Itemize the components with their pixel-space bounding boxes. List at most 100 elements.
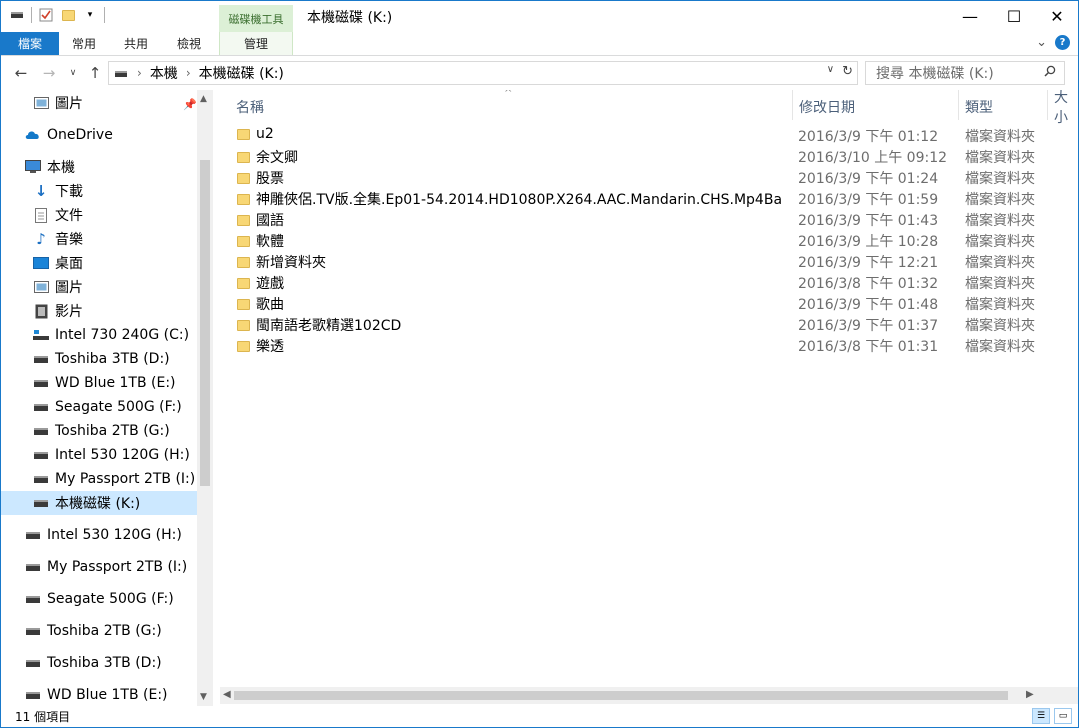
file-type: 檔案資料夾 [965,318,1035,334]
file-name-cell: 閩南語老歌精選102CD [237,315,789,335]
file-name: 國語 [256,213,284,229]
search-box[interactable]: 搜尋 本機磁碟 (K:) [865,61,1065,85]
onedrive-icon [25,127,41,143]
sidebar-item-label: Intel 530 120G (H:) [55,447,190,463]
expand-ribbon-button[interactable]: ⌄ [1036,35,1047,50]
sidebar-item-network-drive-g[interactable]: Toshiba 2TB (G:) [25,620,162,642]
file-row[interactable]: 閩南語老歌精選102CD 2016/3/9 下午 01:37 檔案資料夾 [220,314,1078,335]
large-icons-view-icon[interactable]: ▭ [1054,708,1072,724]
column-divider[interactable] [792,90,793,120]
file-row[interactable]: 樂透 2016/3/8 下午 01:31 檔案資料夾 [220,335,1078,356]
breadcrumb-separator-icon[interactable]: › [186,66,191,80]
tab-view[interactable]: 檢視 [166,32,212,55]
recent-locations-button[interactable]: ∨ [63,63,83,83]
sidebar-item-drive-g[interactable]: Toshiba 2TB (G:) [33,420,170,442]
file-row[interactable]: 股票 2016/3/9 下午 01:24 檔案資料夾 [220,167,1078,188]
address-bar[interactable]: › 本機 › 本機磁碟 (K:) ∨ ↻ [108,61,858,85]
details-view-icon[interactable]: ☰ [1032,708,1050,724]
file-name: 歌曲 [256,297,284,313]
scroll-left-icon[interactable]: ◀ [223,689,231,700]
sidebar-item-onedrive[interactable]: OneDrive [25,124,113,146]
sidebar-item-desktop[interactable]: 桌面 [33,252,83,274]
up-button[interactable]: ↑ [85,63,105,83]
file-row[interactable]: 軟體 2016/3/9 上午 10:28 檔案資料夾 [220,230,1078,251]
scroll-up-icon[interactable]: ▲ [200,94,207,104]
sidebar-item-drive-f[interactable]: Seagate 500G (F:) [33,396,182,418]
column-header-name[interactable]: 名稱 [236,96,264,118]
sidebar-item-network-drive-e[interactable]: WD Blue 1TB (E:) [25,684,168,706]
sidebar-item-documents[interactable]: 文件 [33,204,83,226]
view-switcher: ☰ ▭ [1032,708,1072,724]
sidebar-item-label: Intel 730 240G (C:) [55,327,190,343]
sidebar-item-drive-d[interactable]: Toshiba 3TB (D:) [33,348,170,370]
tab-home[interactable]: 常用 [61,32,107,55]
tab-share[interactable]: 共用 [113,32,159,55]
forward-button[interactable]: → [39,63,59,83]
breadcrumb-separator-icon[interactable]: › [137,66,142,80]
drive-icon [33,471,49,487]
column-header-size[interactable]: 大小 [1054,90,1078,126]
column-header-date[interactable]: 修改日期 [799,96,855,118]
sidebar-scrollbar[interactable]: ▲ ▼ [197,90,213,706]
horizontal-scrollbar[interactable]: ◀ ▶ [220,687,1078,704]
column-divider[interactable] [958,90,959,120]
sidebar-item-pictures-quick[interactable]: 圖片 [33,92,83,114]
sidebar-item-music[interactable]: ♪ 音樂 [33,228,83,250]
sidebar-item-network-drive-d[interactable]: Toshiba 3TB (D:) [25,652,162,674]
scroll-down-icon[interactable]: ▼ [200,692,207,702]
scrollbar-thumb[interactable] [234,691,1008,700]
sidebar-item-drive-k[interactable]: 本機磁碟 (K:) [1,491,197,515]
file-name-cell: 歌曲 [237,294,789,314]
sidebar-item-drive-e[interactable]: WD Blue 1TB (E:) [33,372,176,394]
sidebar-item-downloads[interactable]: ↓ 下載 [33,180,83,202]
sidebar-item-label: My Passport 2TB (I:) [47,559,188,575]
file-date: 2016/3/8 下午 01:32 [798,276,939,292]
properties-icon[interactable] [38,7,54,23]
refresh-icon[interactable]: ↻ [842,64,853,79]
title-bar: ▾ 磁碟機工具 本機磁碟 (K:) — ☐ ✕ [1,1,1078,32]
sidebar-item-network-drive-f[interactable]: Seagate 500G (F:) [25,588,174,610]
address-dropdown-icon[interactable]: ∨ [827,64,834,79]
sidebar-item-label: Toshiba 2TB (G:) [47,623,162,639]
back-button[interactable]: ← [11,63,31,83]
sidebar-item-label: WD Blue 1TB (E:) [55,375,176,391]
file-name: 樂透 [256,339,284,355]
scrollbar-thumb[interactable] [200,160,210,486]
minimize-button[interactable]: — [947,1,993,32]
sidebar-item-drive-i[interactable]: My Passport 2TB (I:) [33,468,195,490]
breadcrumb-current-drive[interactable]: 本機磁碟 (K:) [199,63,284,83]
file-type: 檔案資料夾 [965,213,1035,229]
sidebar-item-pictures[interactable]: 圖片 [33,276,83,298]
ribbon-tabs: 檔案 常用 共用 檢視 管理 ⌄ ? [1,32,1078,56]
pin-icon[interactable]: 📌 [183,98,197,111]
file-row[interactable]: 遊戲 2016/3/8 下午 01:32 檔案資料夾 [220,272,1078,293]
breadcrumb-this-pc[interactable]: 本機 [150,63,178,83]
sidebar-item-network-drive-i[interactable]: My Passport 2TB (I:) [25,556,187,578]
column-divider[interactable] [1047,90,1048,120]
file-row[interactable]: u2 2016/3/9 下午 01:12 檔案資料夾 [220,125,1078,146]
close-button[interactable]: ✕ [1034,1,1079,32]
sort-ascending-icon: ^ [504,90,513,99]
drive-icon[interactable] [9,7,25,23]
tab-manage[interactable]: 管理 [219,32,293,55]
maximize-button[interactable]: ☐ [991,1,1037,32]
pictures-icon [33,95,49,111]
scroll-right-icon[interactable]: ▶ [1026,689,1034,700]
file-row[interactable]: 新增資料夾 2016/3/9 下午 12:21 檔案資料夾 [220,251,1078,272]
tab-file[interactable]: 檔案 [1,32,59,55]
sidebar-item-drive-c[interactable]: Intel 730 240G (C:) [33,324,189,346]
file-row[interactable]: 國語 2016/3/9 下午 01:43 檔案資料夾 [220,209,1078,230]
file-row[interactable]: 神雕俠侶.TV版.全集.Ep01-54.2014.HD1080P.X264.AA… [220,188,1078,209]
customize-toolbar-icon[interactable]: ▾ [82,7,98,23]
sidebar-item-network-drive-h[interactable]: Intel 530 120G (H:) [25,524,182,546]
sidebar-item-this-pc[interactable]: 本機 [25,156,75,178]
column-header-type[interactable]: 類型 [965,96,993,118]
sidebar-item-drive-h[interactable]: Intel 530 120G (H:) [33,444,190,466]
help-button[interactable]: ? [1055,35,1070,50]
ribbon-controls: ⌄ ? [1036,35,1070,50]
file-row[interactable]: 歌曲 2016/3/9 下午 01:48 檔案資料夾 [220,293,1078,314]
new-folder-icon[interactable] [60,7,76,23]
folder-icon [237,277,250,289]
sidebar-item-videos[interactable]: 影片 [33,300,83,322]
file-row[interactable]: 余文卿 2016/3/10 上午 09:12 檔案資料夾 [220,146,1078,167]
